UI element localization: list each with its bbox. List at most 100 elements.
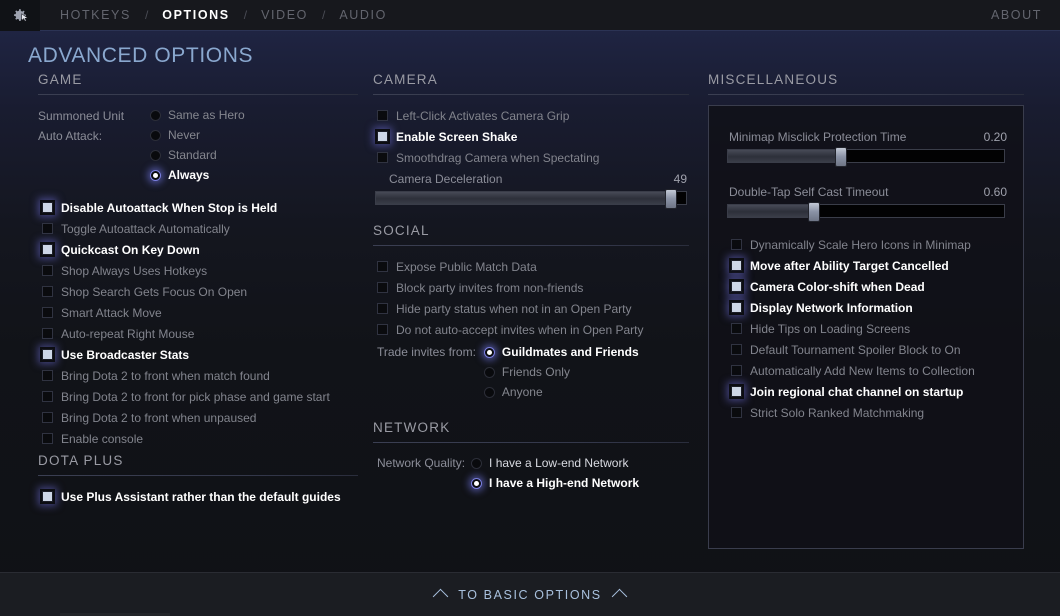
checkbox-expose-public-match-data[interactable]: Expose Public Match Data <box>377 256 689 277</box>
tab-audio[interactable]: AUDIO <box>327 0 399 31</box>
checkbox-icon <box>42 286 53 297</box>
checkbox-disable-autoattack-when-stop-is-held[interactable]: Disable Autoattack When Stop is Held <box>42 197 358 218</box>
tab-video[interactable]: VIDEO <box>249 0 320 31</box>
section-heading-social: SOCIAL <box>373 223 689 245</box>
checkbox-toggle-autoattack-automatically[interactable]: Toggle Autoattack Automatically <box>42 218 358 239</box>
radio-standard[interactable]: Standard <box>150 145 358 165</box>
checkbox-label: Join regional chat channel on startup <box>750 385 963 399</box>
checkbox-label: Display Network Information <box>750 301 913 315</box>
slider-thumb[interactable] <box>665 189 677 209</box>
checkbox-quickcast-on-key-down[interactable]: Quickcast On Key Down <box>42 239 358 260</box>
tab-options[interactable]: OPTIONS <box>150 0 241 31</box>
slider-value: 0.60 <box>984 185 1007 199</box>
checkbox-label: Toggle Autoattack Automatically <box>61 222 230 236</box>
checkbox-left-click-activates-camera-grip[interactable]: Left-Click Activates Camera Grip <box>377 105 689 126</box>
checkbox-enable-console[interactable]: Enable console <box>42 428 358 449</box>
checkbox-use-plus-assistant[interactable]: Use Plus Assistant rather than the defau… <box>42 486 358 507</box>
checkbox-automatically-add-new-items-to-collection[interactable]: Automatically Add New Items to Collectio… <box>731 360 1009 381</box>
to-basic-options-button[interactable]: TO BASIC OPTIONS <box>435 588 624 602</box>
radio-guildmates-and-friends[interactable]: Guildmates and Friends <box>484 342 689 362</box>
checkbox-shop-always-uses-hotkeys[interactable]: Shop Always Uses Hotkeys <box>42 260 358 281</box>
slider-thumb[interactable] <box>835 147 847 167</box>
checkbox-default-tournament-spoiler-block-to-on[interactable]: Default Tournament Spoiler Block to On <box>731 339 1009 360</box>
checkbox-label: Enable Screen Shake <box>396 130 517 144</box>
slider-track[interactable] <box>727 204 1005 218</box>
section-heading-game: GAME <box>38 72 358 94</box>
checkbox-hide-tips-on-loading-screens[interactable]: Hide Tips on Loading Screens <box>731 318 1009 339</box>
checkbox-move-after-ability-target-cancelled[interactable]: Move after Ability Target Cancelled <box>731 255 1009 276</box>
checkbox-bring-dota2-front-match-found[interactable]: Bring Dota 2 to front when match found <box>42 365 358 386</box>
checkbox-strict-solo-ranked-matchmaking[interactable]: Strict Solo Ranked Matchmaking <box>731 402 1009 423</box>
radio-label: Friends Only <box>502 365 570 379</box>
slider-minimap-misclick-protection-time[interactable]: Minimap Misclick Protection Time 0.20 <box>723 130 1009 163</box>
slider-track[interactable] <box>727 149 1005 163</box>
checkbox-do-not-auto-accept-invites-open-party[interactable]: Do not auto-accept invites when in Open … <box>377 319 689 340</box>
checkbox-icon <box>42 412 53 423</box>
summoned-unit-label-line1: Summoned Unit <box>38 106 150 126</box>
checkbox-label: Bring Dota 2 to front when match found <box>61 369 270 383</box>
radio-icon <box>484 347 495 358</box>
checkbox-camera-color-shift-when-dead[interactable]: Camera Color-shift when Dead <box>731 276 1009 297</box>
radio-icon <box>150 150 161 161</box>
checkbox-label: Automatically Add New Items to Collectio… <box>750 364 975 378</box>
radio-icon <box>484 367 495 378</box>
checkbox-dynamically-scale-hero-icons-in-minimap[interactable]: Dynamically Scale Hero Icons in Minimap <box>731 234 1009 255</box>
checkbox-enable-screen-shake[interactable]: Enable Screen Shake <box>377 126 689 147</box>
slider-camera-deceleration[interactable]: Camera Deceleration 49 <box>373 172 689 205</box>
camera-social-network-column: CAMERA Left-Click Activates Camera Grip … <box>373 72 689 493</box>
slider-double-tap-self-cast-timeout[interactable]: Double-Tap Self Cast Timeout 0.60 <box>723 185 1009 218</box>
tab-about[interactable]: ABOUT <box>991 0 1042 31</box>
checkbox-join-regional-chat-channel-on-startup[interactable]: Join regional chat channel on startup <box>731 381 1009 402</box>
tab-hotkeys[interactable]: HOTKEYS <box>48 0 143 31</box>
radio-friends-only[interactable]: Friends Only <box>484 362 689 382</box>
top-navigation-bar: HOTKEYS / OPTIONS / VIDEO / AUDIO ABOUT <box>0 0 1060 31</box>
radio-icon <box>150 130 161 141</box>
checkbox-auto-repeat-right-mouse[interactable]: Auto-repeat Right Mouse <box>42 323 358 344</box>
checkbox-label: Strict Solo Ranked Matchmaking <box>750 406 924 420</box>
slider-track[interactable] <box>375 191 687 205</box>
checkbox-label: Hide Tips on Loading Screens <box>750 322 910 336</box>
radio-low-end-network[interactable]: I have a Low-end Network <box>471 453 689 473</box>
checkbox-label: Dynamically Scale Hero Icons in Minimap <box>750 238 971 252</box>
slider-thumb[interactable] <box>808 202 820 222</box>
checkbox-label: Do not auto-accept invites when in Open … <box>396 323 643 337</box>
checkbox-block-party-invites-from-non-friends[interactable]: Block party invites from non-friends <box>377 277 689 298</box>
checkbox-bring-dota2-front-pick-phase[interactable]: Bring Dota 2 to front for pick phase and… <box>42 386 358 407</box>
checkbox-icon <box>731 260 742 271</box>
radio-anyone[interactable]: Anyone <box>484 382 689 402</box>
checkbox-display-network-information[interactable]: Display Network Information <box>731 297 1009 318</box>
checkbox-hide-party-status-when-not-open-party[interactable]: Hide party status when not in an Open Pa… <box>377 298 689 319</box>
checkbox-icon <box>42 265 53 276</box>
trade-invites-option-list: Guildmates and Friends Friends Only Anyo… <box>484 342 689 402</box>
network-quality-option-list: I have a Low-end Network I have a High-e… <box>471 453 689 493</box>
radio-same-as-hero[interactable]: Same as Hero <box>150 105 358 125</box>
gear-icon[interactable] <box>0 0 40 31</box>
footer-bar: TO BASIC OPTIONS <box>0 572 1060 616</box>
section-heading-miscellaneous: MISCELLANEOUS <box>708 72 1024 94</box>
checkbox-icon <box>377 131 388 142</box>
checkbox-icon <box>42 244 53 255</box>
game-column: GAME Summoned Unit Auto Attack: Same as … <box>38 72 358 507</box>
radio-high-end-network[interactable]: I have a High-end Network <box>471 473 689 493</box>
checkbox-label: Smoothdrag Camera when Spectating <box>396 151 599 165</box>
slider-header: Double-Tap Self Cast Timeout 0.60 <box>723 185 1009 204</box>
radio-icon <box>484 387 495 398</box>
radio-always[interactable]: Always <box>150 165 358 185</box>
checkbox-icon <box>731 386 742 397</box>
checkbox-use-broadcaster-stats[interactable]: Use Broadcaster Stats <box>42 344 358 365</box>
checkbox-icon <box>42 223 53 234</box>
checkbox-icon <box>42 433 53 444</box>
checkbox-label: Use Plus Assistant rather than the defau… <box>61 490 341 504</box>
radio-never[interactable]: Never <box>150 125 358 145</box>
section-divider <box>38 475 358 476</box>
checkbox-smoothdrag-camera-when-spectating[interactable]: Smoothdrag Camera when Spectating <box>377 147 689 168</box>
checkbox-label: Smart Attack Move <box>61 306 162 320</box>
checkbox-bring-dota2-front-unpaused[interactable]: Bring Dota 2 to front when unpaused <box>42 407 358 428</box>
miscellaneous-checkbox-list: Dynamically Scale Hero Icons in Minimap … <box>723 234 1009 423</box>
checkbox-smart-attack-move[interactable]: Smart Attack Move <box>42 302 358 323</box>
section-heading-dota-plus: DOTA PLUS <box>38 449 358 475</box>
checkbox-shop-search-gets-focus-on-open[interactable]: Shop Search Gets Focus On Open <box>42 281 358 302</box>
section-divider <box>38 94 358 95</box>
checkbox-label: Shop Search Gets Focus On Open <box>61 285 247 299</box>
checkbox-icon <box>42 349 53 360</box>
